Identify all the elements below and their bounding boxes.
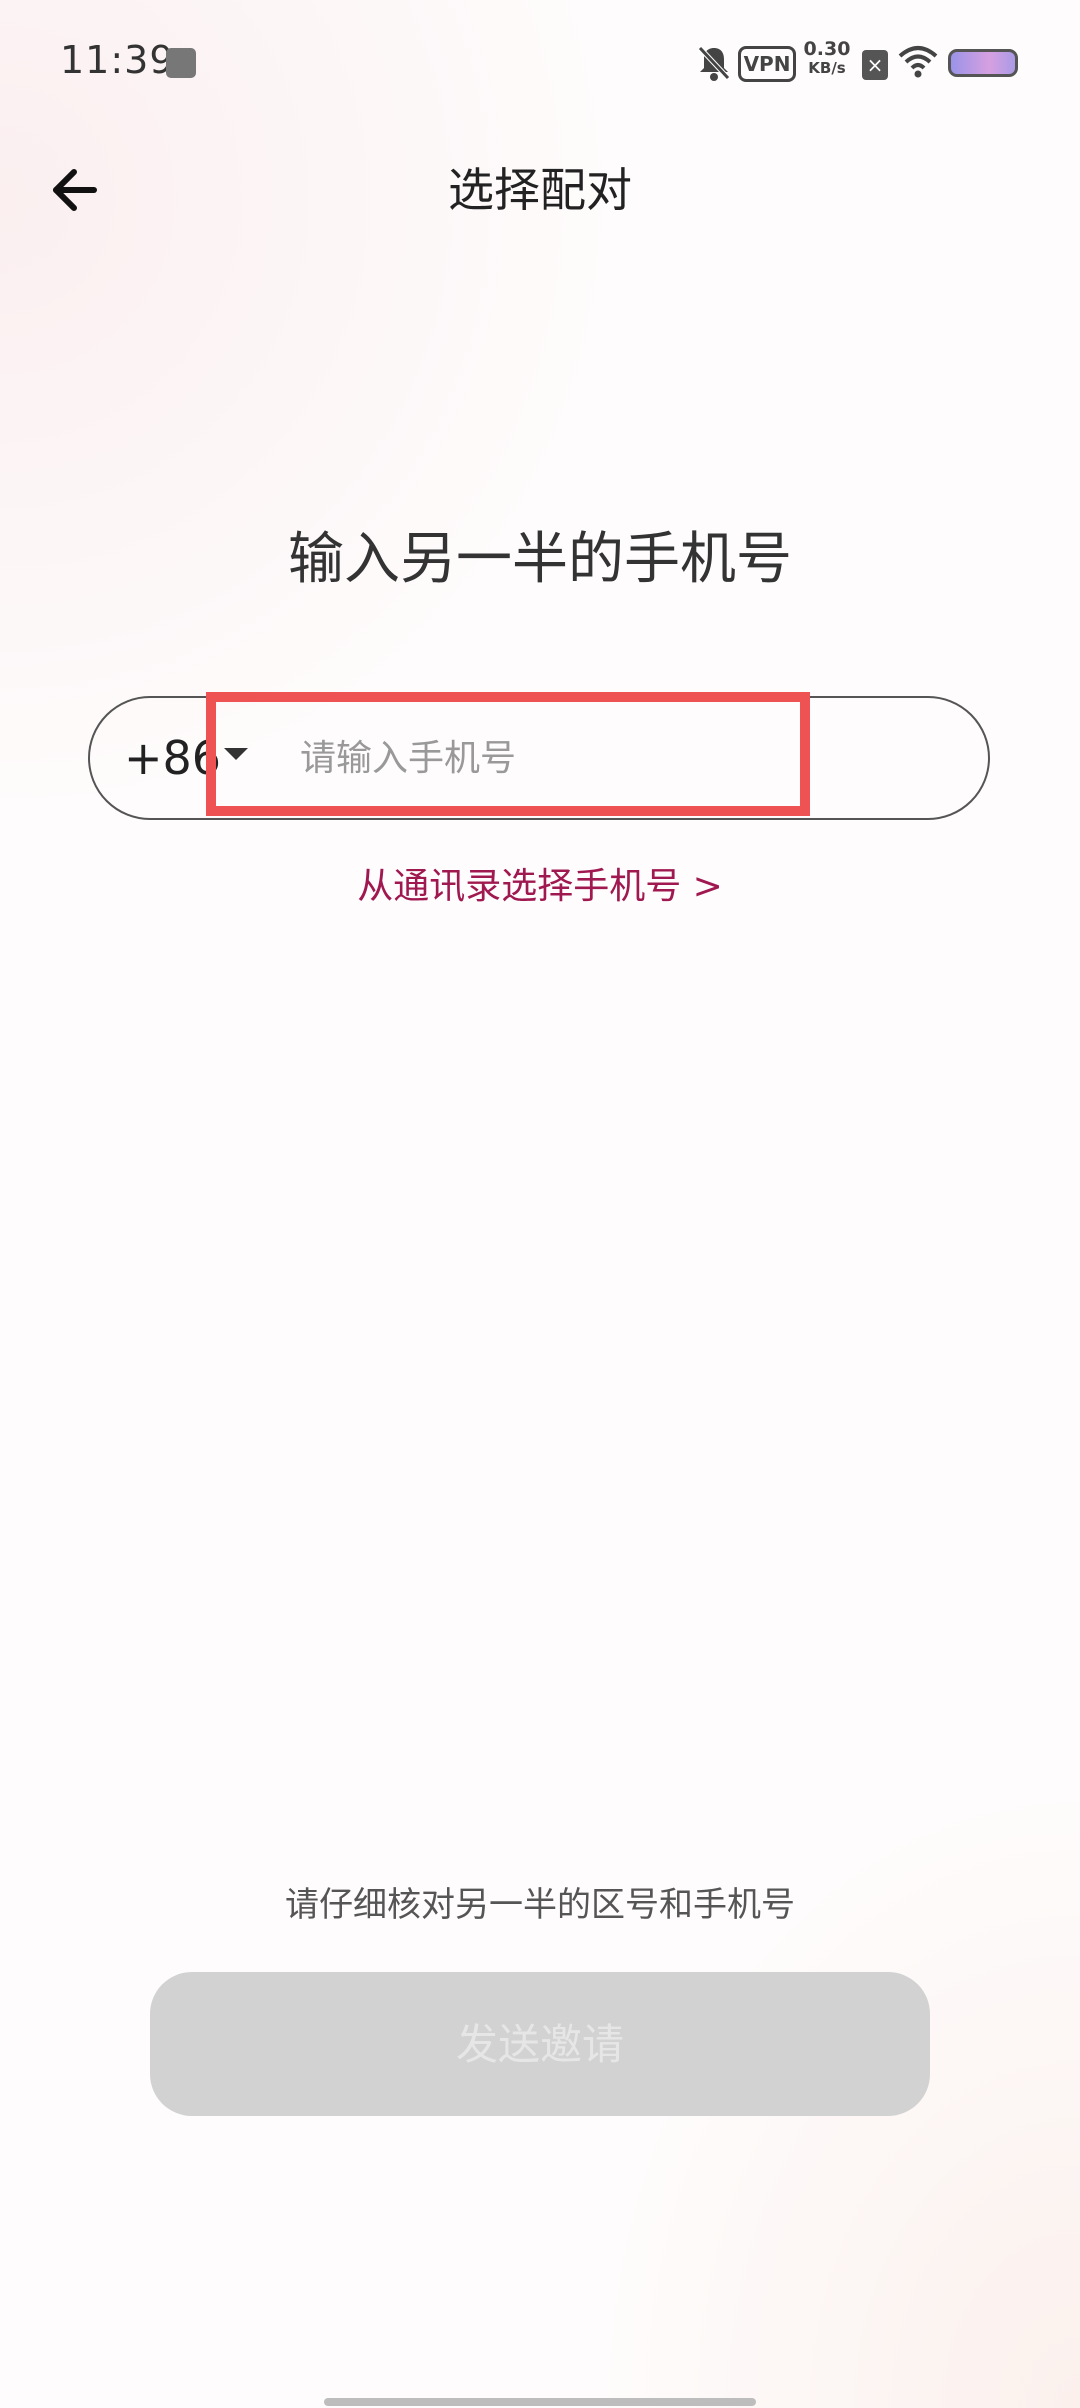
net-speed: 0.30 KB/s	[802, 40, 852, 78]
country-code-selector[interactable]: +86	[124, 728, 221, 788]
sim-off-icon: ×	[862, 50, 888, 80]
send-invite-button[interactable]: 发送邀请	[150, 1972, 930, 2116]
status-bar: 11:39 VPN 0.30 KB/s ×	[0, 0, 1080, 126]
phone-number-input[interactable]	[300, 728, 780, 788]
phone-prompt-heading: 输入另一半的手机号	[288, 527, 792, 592]
home-indicator[interactable]	[324, 2398, 756, 2406]
net-speed-unit: KB/s	[808, 59, 846, 77]
status-time: 11:39	[60, 38, 175, 82]
gallery-icon	[166, 48, 196, 78]
select-from-contacts-link[interactable]: 从通讯录选择手机号 >	[0, 862, 1080, 912]
net-speed-value: 0.30	[803, 38, 851, 60]
caret-down-icon[interactable]	[224, 748, 248, 760]
battery-icon	[948, 49, 1018, 77]
verify-hint: 请仔细核对另一半的区号和手机号	[285, 1885, 795, 1925]
vpn-icon: VPN	[738, 46, 796, 82]
mute-bell-icon	[698, 46, 730, 81]
page-title: 选择配对	[448, 163, 632, 217]
wifi-icon	[898, 46, 938, 78]
